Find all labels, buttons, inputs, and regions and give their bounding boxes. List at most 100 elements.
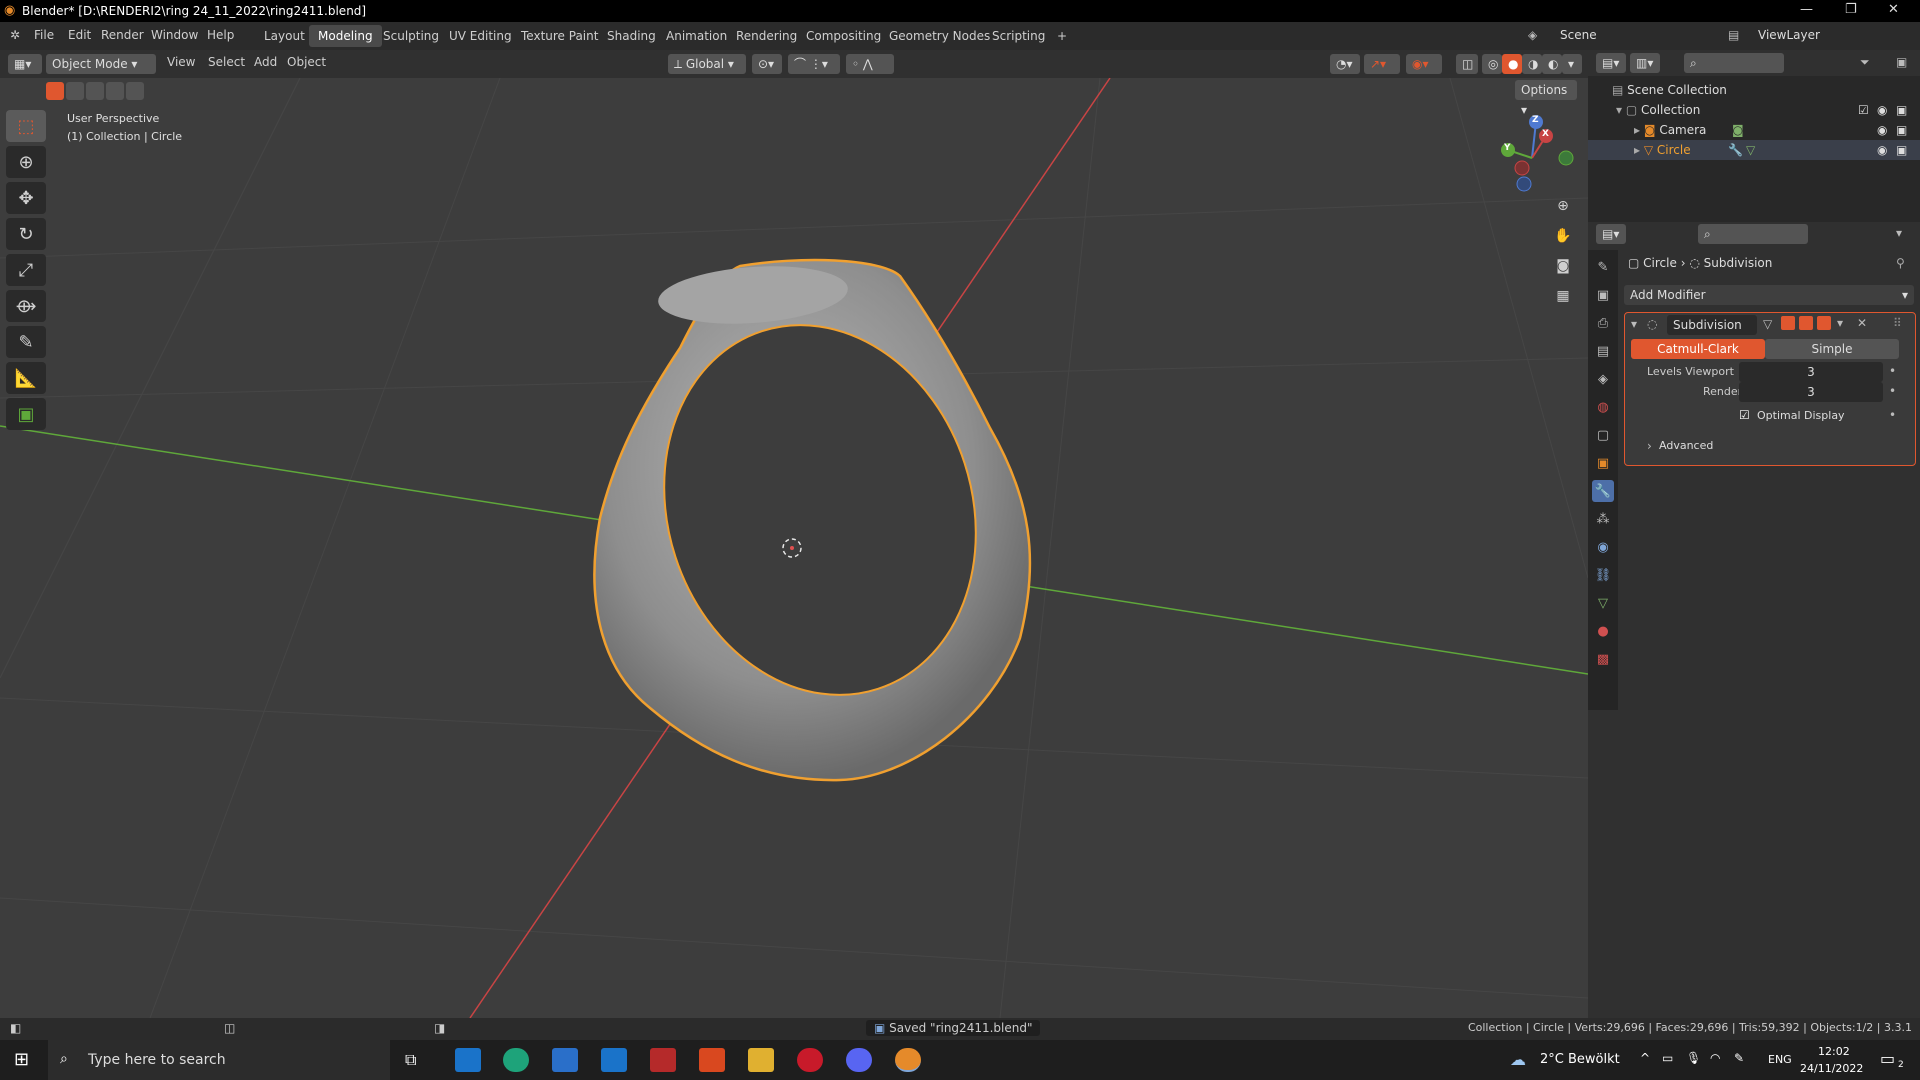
store-icon[interactable] xyxy=(552,1048,578,1072)
clock-date[interactable]: 24/11/2022 xyxy=(1800,1062,1863,1075)
pin-icon[interactable]: ⚲ xyxy=(1896,256,1905,270)
windows-start-icon[interactable]: ⊞ xyxy=(14,1049,29,1070)
menu-add[interactable]: Add xyxy=(254,55,277,69)
snap-button[interactable]: ⌒ ⋮▾ xyxy=(788,54,840,74)
blender-taskbar-icon[interactable] xyxy=(895,1048,921,1072)
tab-modeling[interactable]: Modeling xyxy=(309,25,382,47)
select-intersect-icon[interactable] xyxy=(126,82,144,100)
menu-view[interactable]: View xyxy=(167,55,195,69)
particles-tab-icon[interactable]: ⁂ xyxy=(1592,508,1614,530)
orientation-dropdown[interactable]: ⟂ Global ▾ xyxy=(668,54,746,74)
cage-icon[interactable] xyxy=(1781,316,1795,330)
select-new-icon[interactable] xyxy=(46,82,64,100)
shading-material-button[interactable]: ◑ xyxy=(1522,54,1542,74)
notification-icon[interactable]: ▭ xyxy=(1880,1049,1895,1068)
menu-window[interactable]: Window xyxy=(151,28,198,42)
menu-help[interactable]: Help xyxy=(207,28,234,42)
shading-options-button[interactable]: ▾ xyxy=(1562,54,1582,74)
options-dropdown[interactable]: Options ▾ xyxy=(1515,80,1577,117)
outliner-search[interactable]: ⌕ xyxy=(1684,53,1784,73)
camera-view-icon[interactable]: ◙ xyxy=(1550,253,1576,279)
mesh-data-icon[interactable]: ▽ xyxy=(1746,140,1755,160)
measure-icon[interactable]: 📐 xyxy=(6,362,46,394)
outliner-display-mode[interactable]: ▥▾ xyxy=(1630,53,1660,73)
3d-viewport[interactable]: User Perspective (1) Collection | Circle… xyxy=(0,78,1588,1018)
properties-options-icon[interactable]: ▾ xyxy=(1896,226,1902,240)
viewlayer-icon[interactable]: ▤ xyxy=(1728,28,1739,42)
mode-dropdown[interactable]: Object Mode ▾ xyxy=(46,54,156,74)
filter-icon[interactable]: ⏷ xyxy=(1860,55,1870,70)
modifier-name-field[interactable]: Subdivision xyxy=(1667,315,1757,335)
tab-compositing[interactable]: Compositing xyxy=(797,25,890,47)
mail-icon[interactable] xyxy=(601,1048,627,1072)
collection-tab-icon[interactable]: ▢ xyxy=(1592,424,1614,446)
modifier-menu-icon[interactable]: ▾ xyxy=(1837,316,1843,330)
ortho-grid-icon[interactable]: ▦ xyxy=(1550,283,1576,309)
editor-type-button[interactable]: ▦▾ xyxy=(8,54,42,74)
texture-tab-icon[interactable]: ▩ xyxy=(1592,648,1614,670)
cursor-icon[interactable]: ⊕ xyxy=(6,146,46,178)
outliner-scene-collection[interactable]: ▤ Scene Collection xyxy=(1588,80,1920,100)
render-levels-field[interactable]: 3 xyxy=(1739,382,1883,402)
proportional-edit-button[interactable]: ◦ ⋀ xyxy=(846,54,894,74)
material-tab-icon[interactable]: ● xyxy=(1592,620,1614,642)
drag-handle-icon[interactable]: ⠿ xyxy=(1893,316,1902,330)
view-layer-tab-icon[interactable]: ▤ xyxy=(1592,340,1614,362)
select-invert-icon[interactable] xyxy=(106,82,124,100)
outliner-camera[interactable]: ▸ ◙ Camera ◙ ◉ ▣ xyxy=(1588,120,1920,140)
scene-tab-icon[interactable]: ◈ xyxy=(1592,368,1614,390)
expand-icon[interactable]: ▸ xyxy=(1634,143,1644,157)
office-icon[interactable] xyxy=(699,1048,725,1072)
add-modifier-dropdown[interactable]: Add Modifier ▾ xyxy=(1624,285,1914,305)
expand-icon[interactable]: ▸ xyxy=(1634,123,1644,137)
camera-data-icon[interactable]: ◙ xyxy=(1732,120,1744,140)
move-icon[interactable]: ✥ xyxy=(6,182,46,214)
advanced-section[interactable]: Advanced xyxy=(1659,439,1713,452)
render-display-icon[interactable] xyxy=(1817,316,1831,330)
add-workspace-button[interactable]: + xyxy=(1048,25,1076,47)
tab-scripting[interactable]: Scripting xyxy=(983,25,1054,47)
tab-shading[interactable]: Shading xyxy=(598,25,665,47)
catmull-clark-button[interactable]: Catmull-Clark xyxy=(1631,339,1765,359)
tool-tab-icon[interactable]: ✎ xyxy=(1592,256,1614,278)
network-icon[interactable]: ◠ xyxy=(1710,1051,1720,1065)
pan-hand-icon[interactable]: ✋ xyxy=(1550,223,1576,249)
annotate-icon[interactable]: ✎ xyxy=(6,326,46,358)
output-tab-icon[interactable]: ⎙ xyxy=(1592,312,1614,334)
pen-icon[interactable]: ✎ xyxy=(1734,1051,1744,1065)
transform-icon[interactable]: ⟴ xyxy=(6,290,46,322)
expand-icon[interactable]: ▾ xyxy=(1616,103,1626,117)
outliner-collection[interactable]: ▾ ▢ Collection ☑ ◉ ▣ xyxy=(1588,100,1920,120)
navigation-gizmo[interactable]: Z X Y xyxy=(1490,110,1580,200)
xray-button[interactable]: ◫ xyxy=(1456,54,1478,74)
levels-viewport-field[interactable]: 3 xyxy=(1739,362,1883,382)
tab-animation[interactable]: Animation xyxy=(657,25,736,47)
viewlayer-selector[interactable]: ViewLayer xyxy=(1758,28,1820,42)
camera-render-icon[interactable]: ▣ xyxy=(1896,120,1907,140)
outliner-circle[interactable]: ▸ ▽ Circle 🔧 ▽ ◉ ▣ xyxy=(1588,140,1920,160)
shading-wireframe-button[interactable]: ◎ xyxy=(1482,54,1502,74)
data-tab-icon[interactable]: ▽ xyxy=(1592,592,1614,614)
tab-rendering[interactable]: Rendering xyxy=(727,25,806,47)
ring-object[interactable] xyxy=(593,258,1032,782)
weather-text[interactable]: 2°C Bewölkt xyxy=(1540,1052,1620,1067)
properties-editor-button[interactable]: ▤▾ xyxy=(1596,224,1626,244)
remove-modifier-icon[interactable]: ✕ xyxy=(1857,316,1867,330)
task-view-icon[interactable]: ⧉ xyxy=(405,1050,416,1070)
blender-menu-icon[interactable]: ✲ xyxy=(10,28,20,42)
collection-visibility-icon[interactable]: ◉ xyxy=(1877,100,1887,120)
clock-time[interactable]: 12:02 xyxy=(1818,1045,1850,1058)
zoom-icon[interactable]: ⊕ xyxy=(1550,193,1576,219)
select-extend-icon[interactable] xyxy=(66,82,84,100)
constraints-tab-icon[interactable]: ⛓ xyxy=(1592,564,1614,586)
menu-object[interactable]: Object xyxy=(287,55,326,69)
circle-visibility-icon[interactable]: ◉ xyxy=(1877,140,1887,160)
gizmo-toggle-button[interactable]: ↗▾ xyxy=(1364,54,1400,74)
modifier-wrench-icon[interactable]: 🔧 xyxy=(1728,140,1743,160)
cloud-app-icon[interactable] xyxy=(455,1048,481,1072)
tab-layout[interactable]: Layout xyxy=(255,25,314,47)
visibility-button[interactable]: ◔▾ xyxy=(1330,54,1360,74)
discord-icon[interactable] xyxy=(846,1048,872,1072)
simple-button[interactable]: Simple xyxy=(1765,339,1899,359)
scene-icon[interactable]: ◈ xyxy=(1528,28,1537,42)
